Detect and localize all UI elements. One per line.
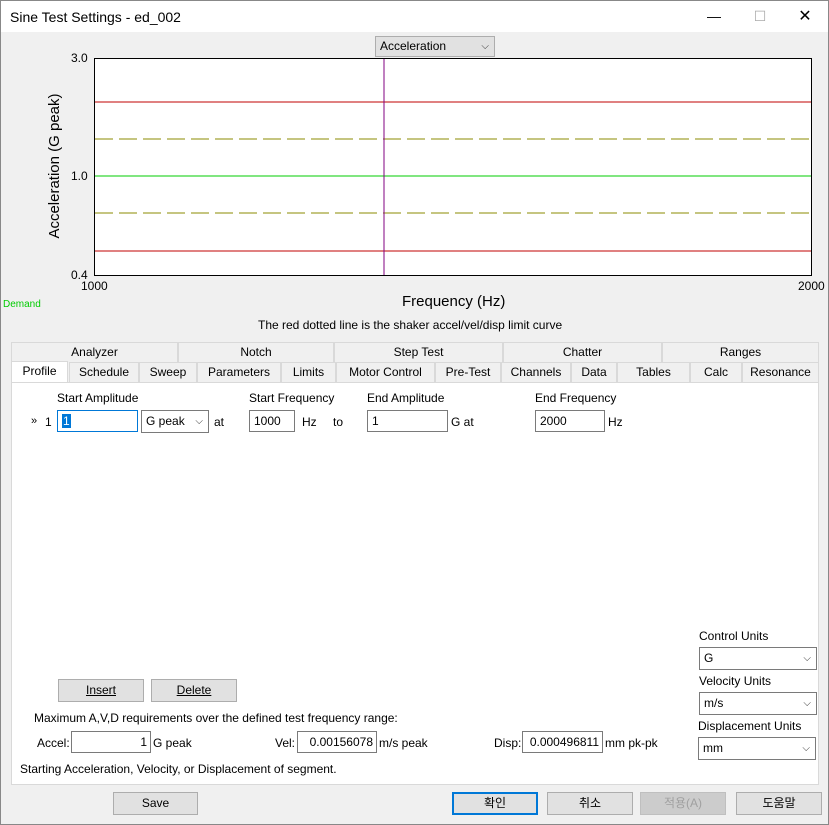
end-amplitude-input[interactable]: 1	[367, 410, 448, 432]
y-tick-mid: 1.0	[71, 169, 88, 183]
graph-type-dropdown[interactable]: Acceleration ⌵	[375, 36, 495, 57]
tab-profile[interactable]: Profile	[11, 361, 68, 383]
tab-resonance[interactable]: Resonance	[742, 362, 819, 382]
y-tick-top: 3.0	[71, 51, 88, 65]
cancel-button[interactable]: 취소	[547, 792, 633, 815]
hz-label-1: Hz	[302, 415, 317, 429]
insert-button[interactable]: Insert	[58, 679, 144, 702]
end-frequency-header: End Frequency	[535, 391, 617, 405]
to-label: to	[333, 415, 344, 429]
amplitude-unit-value: G peak	[146, 414, 185, 428]
tab-schedule[interactable]: Schedule	[69, 362, 139, 382]
end-amplitude-header: End Amplitude	[367, 391, 445, 405]
tab-sweep[interactable]: Sweep	[139, 362, 197, 382]
save-button[interactable]: Save	[113, 792, 198, 815]
start-frequency-header: Start Frequency	[249, 391, 335, 405]
at-label: at	[214, 415, 225, 429]
accel-value-field: 1	[71, 731, 151, 753]
row-index: 1	[45, 415, 52, 429]
velocity-units-value: m/s	[704, 696, 724, 710]
maximize-button[interactable]: ☐	[737, 1, 783, 32]
amplitude-unit-dropdown[interactable]: G peak ⌵	[141, 410, 209, 433]
max-requirements-label: Maximum A,V,D requirements over the defi…	[34, 711, 398, 725]
delete-button[interactable]: Delete	[151, 679, 237, 702]
start-amplitude-input[interactable]: 1	[57, 410, 138, 432]
x-tick-right: 2000	[798, 279, 825, 293]
chevron-down-icon: ⌵	[481, 41, 489, 52]
apply-button[interactable]: 적용(A)	[640, 792, 726, 815]
disp-unit: mm pk-pk	[605, 736, 658, 750]
vel-unit: m/s peak	[379, 736, 428, 750]
plot-area[interactable]	[94, 58, 812, 276]
chevron-down-icon: ⌵	[803, 653, 811, 664]
tab-step-test[interactable]: Step Test	[334, 342, 503, 362]
control-units-value: G	[704, 651, 714, 665]
x-tick-left: 1000	[81, 279, 108, 293]
tab-row-lower: Profile Schedule Sweep Parameters Limits…	[11, 361, 819, 383]
tab-channels[interactable]: Channels	[501, 362, 571, 382]
velocity-units-label: Velocity Units	[699, 674, 772, 688]
status-text: Starting Acceleration, Velocity, or Disp…	[20, 762, 337, 776]
end-frequency-input[interactable]: 2000	[535, 410, 605, 432]
g-at-label: G at	[451, 415, 474, 429]
start-amplitude-header: Start Amplitude	[57, 391, 139, 405]
tab-parameters[interactable]: Parameters	[197, 362, 281, 382]
start-frequency-input[interactable]: 1000	[249, 410, 295, 432]
hz-label-2: Hz	[608, 415, 623, 429]
displacement-units-dropdown[interactable]: mm ⌵	[698, 737, 816, 760]
close-button[interactable]: ✕	[782, 1, 828, 32]
y-axis-label: Acceleration (G peak)	[46, 93, 63, 239]
tab-calc[interactable]: Calc	[690, 362, 742, 382]
tab-limits[interactable]: Limits	[281, 362, 336, 382]
window-title: Sine Test Settings - ed_002	[10, 9, 181, 25]
control-units-label: Control Units	[699, 629, 769, 643]
minimize-button[interactable]: —	[691, 1, 737, 32]
title-bar: Sine Test Settings - ed_002 — ☐ ✕	[1, 1, 828, 32]
velocity-units-dropdown[interactable]: m/s ⌵	[699, 692, 817, 715]
x-axis-label: Frequency (Hz)	[402, 293, 506, 310]
accel-unit: G peak	[153, 736, 192, 750]
tab-notch[interactable]: Notch	[178, 342, 334, 362]
accel-label: Accel:	[37, 736, 70, 750]
displacement-units-label: Displacement Units	[698, 719, 802, 733]
dialog-window: Sine Test Settings - ed_002 — ☐ ✕ Accele…	[0, 0, 829, 825]
disp-label: Disp:	[494, 736, 522, 750]
chevron-down-icon: ⌵	[802, 743, 810, 754]
tab-tables[interactable]: Tables	[617, 362, 690, 382]
control-units-dropdown[interactable]: G ⌵	[699, 647, 817, 670]
tab-chatter[interactable]: Chatter	[503, 342, 662, 362]
vel-label: Vel:	[275, 736, 296, 750]
chevron-down-icon: ⌵	[803, 698, 811, 709]
demand-legend: Demand	[3, 299, 41, 310]
tab-pre-test[interactable]: Pre-Test	[435, 362, 501, 382]
displacement-units-value: mm	[703, 741, 723, 755]
help-button[interactable]: 도움말	[736, 792, 822, 815]
tab-ranges[interactable]: Ranges	[662, 342, 819, 362]
graph-caption: The red dotted line is the shaker accel/…	[258, 318, 563, 332]
disp-value-field: 0.000496811	[522, 731, 603, 753]
tab-motor-control[interactable]: Motor Control	[336, 362, 435, 382]
tab-row-upper: Analyzer Notch Step Test Chatter Ranges	[11, 342, 819, 363]
row-marker-icon: »	[31, 415, 38, 427]
graph-type-value: Acceleration	[380, 39, 447, 53]
tab-analyzer[interactable]: Analyzer	[11, 342, 178, 362]
tab-data[interactable]: Data	[571, 362, 617, 382]
vel-value-field: 0.00156078	[297, 731, 377, 753]
ok-button[interactable]: 확인	[452, 792, 538, 815]
chevron-down-icon: ⌵	[195, 416, 203, 427]
plot-svg	[95, 59, 811, 275]
